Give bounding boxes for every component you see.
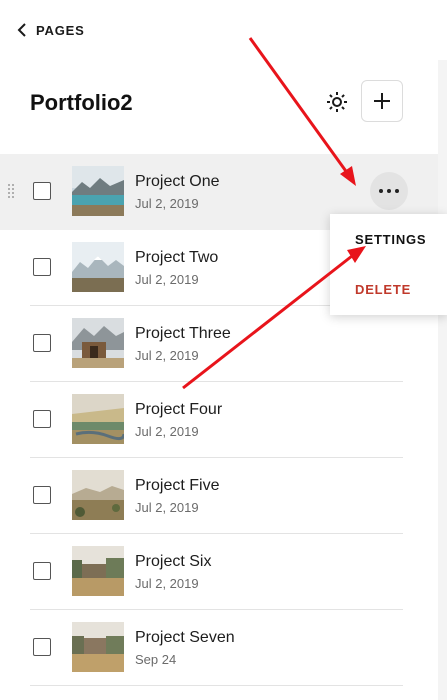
project-title[interactable]: Project Two: [135, 249, 218, 267]
select-checkbox[interactable]: [33, 334, 51, 352]
select-checkbox[interactable]: [33, 258, 51, 276]
select-checkbox[interactable]: [33, 182, 51, 200]
more-dot-icon: [395, 189, 399, 193]
project-thumbnail: [72, 622, 124, 672]
list-item[interactable]: Project Five Jul 2, 2019: [0, 458, 438, 534]
more-dot-icon: [387, 189, 391, 193]
page-title: Portfolio2: [30, 90, 133, 115]
add-page-button[interactable]: [361, 80, 403, 122]
menu-item-settings[interactable]: SETTINGS: [355, 232, 426, 247]
project-thumbnail: [72, 166, 124, 216]
panel-gutter: [438, 60, 447, 700]
list-item[interactable]: Project Six Jul 2, 2019: [0, 534, 438, 610]
select-checkbox[interactable]: [33, 486, 51, 504]
project-title[interactable]: Project Three: [135, 325, 231, 343]
project-title[interactable]: Project Four: [135, 401, 222, 419]
project-date: Sep 24: [135, 652, 177, 667]
more-options-button[interactable]: [370, 172, 408, 210]
back-link-label: PAGES: [36, 22, 85, 38]
project-thumbnail: [72, 242, 124, 292]
more-dot-icon: [379, 189, 383, 193]
select-checkbox[interactable]: [33, 410, 51, 428]
list-item[interactable]: Project Three Jul 2, 2019: [0, 306, 438, 382]
project-date: Jul 2, 2019: [135, 348, 199, 363]
project-title[interactable]: Project One: [135, 173, 219, 191]
context-menu: SETTINGS DELETE: [330, 214, 447, 315]
project-title[interactable]: Project Seven: [135, 629, 235, 647]
list-item[interactable]: Project Four Jul 2, 2019: [0, 382, 438, 458]
project-thumbnail: [72, 318, 124, 368]
select-checkbox[interactable]: [33, 638, 51, 656]
select-checkbox[interactable]: [33, 562, 51, 580]
settings-gear-button[interactable]: [324, 89, 350, 115]
project-date: Jul 2, 2019: [135, 272, 199, 287]
back-to-pages-link[interactable]: PAGES: [16, 18, 85, 42]
project-date: Jul 2, 2019: [135, 424, 199, 439]
project-thumbnail: [72, 394, 124, 444]
menu-item-delete[interactable]: DELETE: [355, 282, 411, 297]
row-divider: [30, 685, 403, 686]
gear-icon: [327, 92, 347, 112]
project-title[interactable]: Project Five: [135, 477, 219, 495]
project-thumbnail: [72, 546, 124, 596]
project-title[interactable]: Project Six: [135, 553, 211, 571]
project-date: Jul 2, 2019: [135, 196, 199, 211]
project-date: Jul 2, 2019: [135, 576, 199, 591]
plus-icon: [374, 93, 390, 109]
chevron-left-icon: [17, 23, 26, 37]
project-thumbnail: [72, 470, 124, 520]
drag-handle-icon[interactable]: [7, 182, 15, 200]
project-date: Jul 2, 2019: [135, 500, 199, 515]
list-item[interactable]: Project Seven Sep 24: [0, 610, 438, 686]
